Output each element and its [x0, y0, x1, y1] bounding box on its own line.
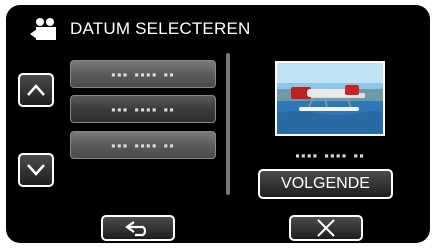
close-icon: [317, 219, 335, 237]
back-arrow-icon: [125, 221, 147, 237]
scroll-up-button[interactable]: [18, 73, 54, 107]
date-label: ▪▪▪ ▪▪▪▪ ▪▪: [111, 140, 175, 150]
date-list-item[interactable]: ▪▪▪ ▪▪▪▪ ▪▪: [70, 60, 216, 88]
header: DATUM SELECTEREN: [30, 17, 250, 41]
list-divider: [226, 53, 230, 195]
close-button[interactable]: [289, 215, 363, 241]
camcorder-screen: DATUM SELECTEREN ▪▪▪ ▪▪▪▪ ▪▪ ▪▪▪ ▪▪▪▪ ▪▪…: [6, 5, 430, 243]
date-list-item[interactable]: ▪▪▪ ▪▪▪▪ ▪▪: [70, 131, 216, 159]
back-button[interactable]: [101, 215, 175, 241]
video-camera-icon: [30, 18, 60, 40]
next-button[interactable]: VOLGENDE: [258, 169, 393, 199]
date-label: ▪▪▪ ▪▪▪▪ ▪▪: [111, 104, 175, 114]
date-label: ▪▪▪ ▪▪▪▪ ▪▪: [111, 69, 175, 79]
preview-thumbnail: [275, 61, 385, 136]
date-list-item-selected[interactable]: ▪▪▪ ▪▪▪▪ ▪▪: [70, 95, 216, 123]
page-title: DATUM SELECTEREN: [70, 19, 251, 38]
chevron-up-icon: [27, 84, 45, 96]
preview-date: ▪▪▪▪ ▪▪▪▪ ▪▪: [295, 151, 365, 160]
scroll-down-button[interactable]: [18, 153, 54, 187]
chevron-down-icon: [27, 164, 45, 176]
